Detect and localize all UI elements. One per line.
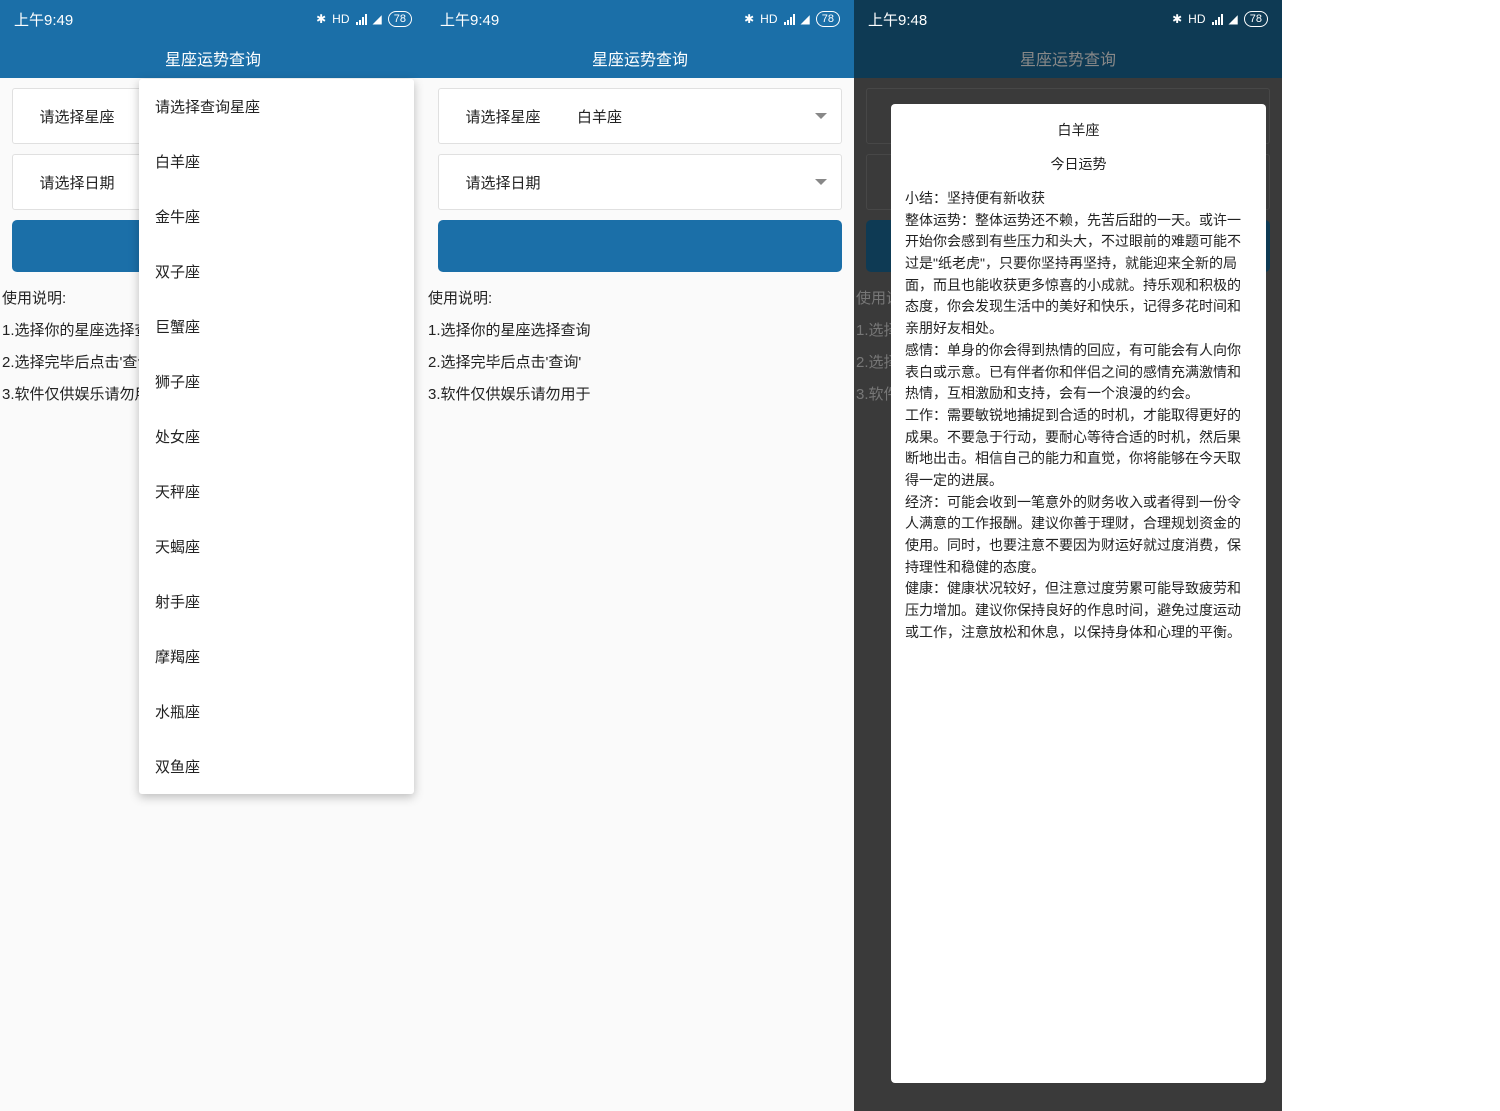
modal-subtitle: 今日运势 (905, 154, 1252, 174)
query-button[interactable] (438, 220, 842, 272)
status-indicators: ✱ HD ◢ 78 (1172, 11, 1268, 27)
status-indicators: ✱ HD ◢ 78 (316, 11, 412, 27)
status-bar: 上午9:49 ✱ HD ◢ 78 (426, 0, 854, 38)
hd-icon: HD (332, 12, 349, 26)
usage-line: 2.选择完毕后点击'查询' (428, 348, 842, 378)
wifi-icon: ◢ (1229, 12, 1238, 26)
chevron-down-icon (815, 113, 827, 119)
horoscope-result-modal[interactable]: 白羊座 今日运势 小结：坚持便有新收获 整体运势：整体运势还不赖，先苦后甜的一天… (891, 104, 1266, 1083)
zodiac-field-label: 请选择星座 (13, 106, 141, 127)
battery-indicator: 78 (1244, 11, 1268, 27)
modal-title: 白羊座 (905, 120, 1252, 140)
chevron-down-icon (815, 179, 827, 185)
hd-icon: HD (1188, 12, 1205, 26)
dropdown-item[interactable]: 摩羯座 (139, 629, 414, 684)
dropdown-item[interactable]: 金牛座 (139, 189, 414, 244)
signal-icon (356, 13, 367, 25)
app-title: 星座运势查询 (854, 38, 1282, 78)
zodiac-field[interactable]: 请选择星座 白羊座 (438, 88, 842, 144)
wifi-icon: ◢ (801, 12, 810, 26)
dropdown-header[interactable]: 请选择查询星座 (139, 79, 414, 134)
dropdown-item[interactable]: 水瓶座 (139, 684, 414, 739)
app-title: 星座运势查询 (426, 38, 854, 78)
usage-instructions: 使用说明: 1.选择你的星座选择查询 2.选择完毕后点击'查询' 3.软件仅供娱… (428, 284, 842, 410)
battery-indicator: 78 (388, 11, 412, 27)
battery-indicator: 78 (816, 11, 840, 27)
zodiac-selected-value: 白羊座 (577, 106, 622, 127)
date-select[interactable] (567, 155, 841, 209)
dropdown-item[interactable]: 射手座 (139, 574, 414, 629)
date-field-label: 请选择日期 (13, 172, 141, 193)
status-time: 上午9:49 (14, 9, 73, 30)
dropdown-item[interactable]: 巨蟹座 (139, 299, 414, 354)
dropdown-item[interactable]: 处女座 (139, 409, 414, 464)
signal-icon (784, 13, 795, 25)
dropdown-item[interactable]: 双鱼座 (139, 739, 414, 794)
zodiac-select[interactable]: 白羊座 (567, 89, 841, 143)
modal-body: 小结：坚持便有新收获 整体运势：整体运势还不赖，先苦后甜的一天。或许一开始你会感… (905, 188, 1252, 643)
status-time: 上午9:48 (868, 9, 927, 30)
app-title: 星座运势查询 (0, 38, 426, 78)
hd-icon: HD (760, 12, 777, 26)
screen-date-select: 上午9:49 ✱ HD ◢ 78 星座运势查询 请选择星座 白羊座 请选择日期 (426, 0, 854, 1111)
status-indicators: ✱ HD ◢ 78 (744, 11, 840, 27)
screen-zodiac-select: 上午9:49 ✱ HD ◢ 78 星座运势查询 请选择星座 请选择日期 使用 (0, 0, 426, 1111)
zodiac-field-label: 请选择星座 (439, 106, 567, 127)
signal-icon (1212, 13, 1223, 25)
status-time: 上午9:49 (440, 9, 499, 30)
zodiac-dropdown[interactable]: 请选择查询星座 白羊座 金牛座 双子座 巨蟹座 狮子座 处女座 天秤座 天蝎座 … (139, 79, 414, 794)
status-bar: 上午9:48 ✱ HD ◢ 78 (854, 0, 1282, 38)
status-bar: 上午9:49 ✱ HD ◢ 78 (0, 0, 426, 38)
usage-heading: 使用说明: (428, 284, 842, 314)
usage-line: 3.软件仅供娱乐请勿用于 (428, 380, 842, 410)
wifi-icon: ◢ (373, 12, 382, 26)
date-field[interactable]: 请选择日期 (438, 154, 842, 210)
dropdown-item[interactable]: 天蝎座 (139, 519, 414, 574)
dropdown-item[interactable]: 双子座 (139, 244, 414, 299)
dropdown-item[interactable]: 白羊座 (139, 134, 414, 189)
bluetooth-icon: ✱ (744, 12, 754, 26)
bluetooth-icon: ✱ (1172, 12, 1182, 26)
dropdown-item[interactable]: 天秤座 (139, 464, 414, 519)
bluetooth-icon: ✱ (316, 12, 326, 26)
usage-line: 1.选择你的星座选择查询 (428, 316, 842, 346)
date-field-label: 请选择日期 (439, 172, 567, 193)
screen-result-modal: 上午9:48 ✱ HD ◢ 78 星座运势查询 使用说 1.选择 2.选择 3.… (854, 0, 1282, 1111)
dropdown-item[interactable]: 狮子座 (139, 354, 414, 409)
